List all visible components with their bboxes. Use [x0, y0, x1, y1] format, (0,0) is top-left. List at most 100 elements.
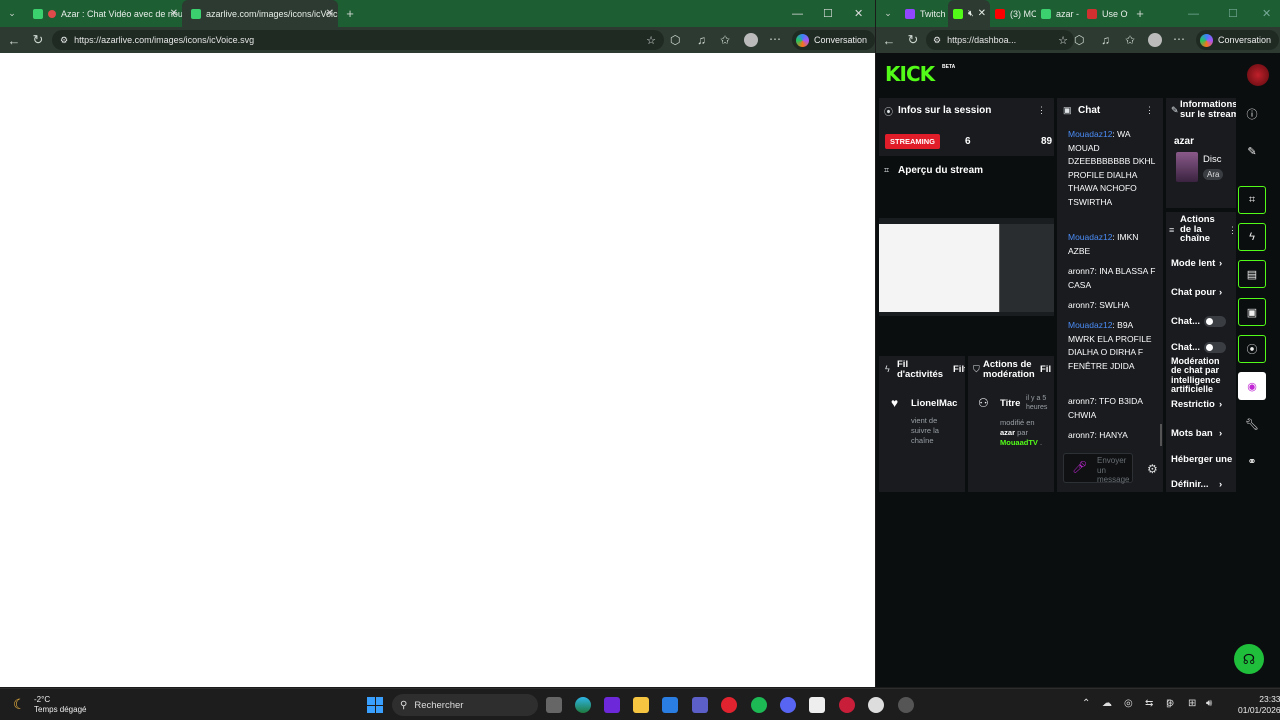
chat-scrollbar[interactable] — [1160, 424, 1162, 446]
action-chat-for[interactable]: Chat pour › — [1171, 287, 1222, 298]
site-info-icon[interactable]: ⚙ — [60, 35, 68, 46]
support-chat-button[interactable]: ☊ — [1234, 644, 1264, 674]
info-icon[interactable]: ⓘ — [1238, 100, 1266, 128]
app-heart-icon[interactable] — [604, 697, 620, 713]
minimize-button[interactable]: — — [1188, 0, 1199, 27]
app-square-icon[interactable] — [809, 697, 825, 713]
extensions-icon[interactable]: ⬡ — [670, 33, 680, 47]
new-tab-icon[interactable]: + — [338, 6, 362, 21]
refresh-icon[interactable]: ↻ — [901, 32, 925, 48]
favorite-star-icon[interactable]: ☆ — [1058, 34, 1068, 47]
conversation-button[interactable]: Conversation — [1196, 30, 1280, 50]
mod-moderator[interactable]: MouaadTV — [1000, 438, 1038, 447]
favorites-icon[interactable]: ✩ — [1125, 33, 1135, 47]
edit-icon[interactable]: ✎ — [1238, 137, 1266, 165]
kebab-menu-icon[interactable]: ⋮ — [1145, 105, 1154, 116]
action-slow-mode[interactable]: Mode lent › — [1171, 258, 1222, 269]
action-host[interactable]: Héberger une — [1171, 454, 1232, 465]
chat-username[interactable]: aronn7 — [1068, 300, 1094, 310]
edge-icon[interactable] — [575, 697, 591, 713]
settings-app-icon[interactable] — [868, 697, 884, 713]
microphone-tray-icon[interactable]: ▯ — [1166, 698, 1172, 709]
kebab-menu-icon[interactable]: ⋮ — [1228, 225, 1237, 236]
chat-username[interactable]: Mouadaz12 — [1068, 320, 1112, 330]
close-tab-icon[interactable]: ✕ — [170, 8, 178, 19]
store-icon[interactable] — [662, 697, 678, 713]
media-icon[interactable]: ♫ — [697, 33, 706, 47]
opera-icon[interactable] — [721, 697, 737, 713]
extensions-icon[interactable]: ⬡ — [1074, 33, 1084, 47]
spotify-icon[interactable] — [751, 697, 767, 713]
tab-list-chevron-icon[interactable]: ⌄ — [876, 8, 900, 19]
wrench-icon[interactable]: 🔧︎ — [1238, 410, 1266, 438]
volume-icon[interactable]: 🔊︎ — [1206, 698, 1212, 709]
close-window-button[interactable]: ✕ — [854, 0, 863, 27]
taskbar-search[interactable]: ⚲ Rechercher — [392, 694, 538, 716]
file-explorer-icon[interactable] — [633, 697, 649, 713]
close-tab-icon[interactable]: ✕ — [978, 8, 986, 19]
profile-avatar-icon[interactable] — [1148, 33, 1162, 47]
obs-icon[interactable] — [898, 697, 914, 713]
minimize-button[interactable]: — — [792, 0, 803, 27]
preview-toggle-icon[interactable]: ⌗ — [1238, 186, 1266, 214]
weather-widget[interactable]: -2°C Temps dégagé — [34, 695, 86, 715]
more-menu-icon[interactable]: ⋯ — [1173, 32, 1185, 46]
favorite-star-icon[interactable]: ☆ — [646, 34, 656, 47]
map-pin-icon[interactable]: ◉ — [1238, 372, 1266, 400]
teams-icon[interactable] — [692, 697, 708, 713]
show-hidden-icons-chevron-icon[interactable]: ⌃ — [1082, 698, 1090, 709]
tab-azar[interactable]: azar - — [1036, 0, 1082, 27]
kebab-menu-icon[interactable]: ⋮ — [1037, 105, 1046, 116]
url-field[interactable]: ⚙ https://dashboa... ☆ — [926, 30, 1074, 50]
media-icon[interactable]: ♫ — [1101, 33, 1110, 47]
new-tab-icon[interactable]: + — [1128, 6, 1152, 21]
tab-list-chevron-icon[interactable]: ⌄ — [0, 8, 24, 19]
cloud-icon[interactable]: ☁ — [1102, 698, 1112, 709]
action-banned-words[interactable]: Mots ban › — [1171, 428, 1222, 439]
clock[interactable]: 23:33 01/01/2026 — [1238, 694, 1280, 716]
chat-username[interactable]: Mouadaz12 — [1068, 129, 1112, 139]
action-ai-moderation[interactable]: Modération de chat par intelligence arti… — [1171, 356, 1227, 394]
site-info-icon[interactable]: ⚙ — [933, 35, 941, 46]
app-red-icon[interactable] — [839, 697, 855, 713]
microphone-icon[interactable]: 🎤︎ — [1072, 460, 1087, 474]
action-chat-toggle-2[interactable]: Chat... — [1171, 342, 1200, 353]
chat-settings-icon[interactable]: ⚙ — [1147, 462, 1158, 476]
chat-username[interactable]: Mouadaz12 — [1068, 232, 1112, 242]
chat-username[interactable]: aronn7 — [1068, 396, 1094, 406]
more-menu-icon[interactable]: ⋯ — [769, 32, 781, 46]
moderation-filter[interactable]: Fil — [1040, 364, 1051, 375]
action-chat-toggle-1[interactable]: Chat... — [1171, 316, 1200, 327]
tab-icvoice-svg[interactable]: azarlive.com/images/icons/icVoic ✕ — [182, 0, 338, 27]
start-button[interactable] — [367, 697, 383, 713]
chat-toggle-2[interactable] — [1204, 342, 1226, 353]
back-icon[interactable]: ← — [877, 33, 901, 48]
network-icon[interactable]: ⊞ — [1188, 698, 1196, 709]
broadcast-toggle-icon[interactable]: ⦿ — [1238, 335, 1266, 363]
muted-icon[interactable]: 🔇︎ — [968, 8, 974, 19]
chat-username[interactable]: aronn7 — [1068, 430, 1094, 440]
favorites-icon[interactable]: ✩ — [720, 33, 730, 47]
chat-username[interactable]: aronn7 — [1068, 266, 1094, 276]
tray-sync-icon[interactable]: ⇆ — [1145, 698, 1153, 709]
tab-youtube[interactable]: (3) MC — [990, 0, 1036, 27]
chat-toggle-1[interactable] — [1204, 316, 1226, 327]
discord-icon[interactable] — [780, 697, 796, 713]
action-define[interactable]: Définir... › — [1171, 479, 1222, 490]
tab-use-of[interactable]: Use Of — [1082, 0, 1128, 27]
task-view-icon[interactable] — [546, 697, 562, 713]
notes-toggle-icon[interactable]: ▤ — [1238, 260, 1266, 288]
close-window-button[interactable]: ✕ — [1262, 0, 1271, 27]
profile-avatar-icon[interactable] — [744, 33, 758, 47]
refresh-icon[interactable]: ↻ — [26, 32, 50, 48]
maximize-button[interactable]: ☐ — [823, 0, 833, 27]
stream-preview-video[interactable] — [879, 218, 1054, 316]
maximize-button[interactable]: ☐ — [1228, 0, 1238, 27]
tab-kick-dashboard[interactable]: 🔇︎ ✕ — [948, 0, 990, 27]
chat-input[interactable]: 🎤︎ Envoyer un message — [1063, 453, 1133, 484]
tab-twitch[interactable]: Twitch — [900, 0, 948, 27]
kick-logo[interactable]: KICK — [885, 62, 935, 86]
url-field[interactable]: ⚙ https://azarlive.com/images/icons/icVo… — [52, 30, 664, 50]
activity-filter[interactable]: Filt — [953, 364, 965, 375]
bolt-toggle-icon[interactable]: ϟ — [1238, 223, 1266, 251]
